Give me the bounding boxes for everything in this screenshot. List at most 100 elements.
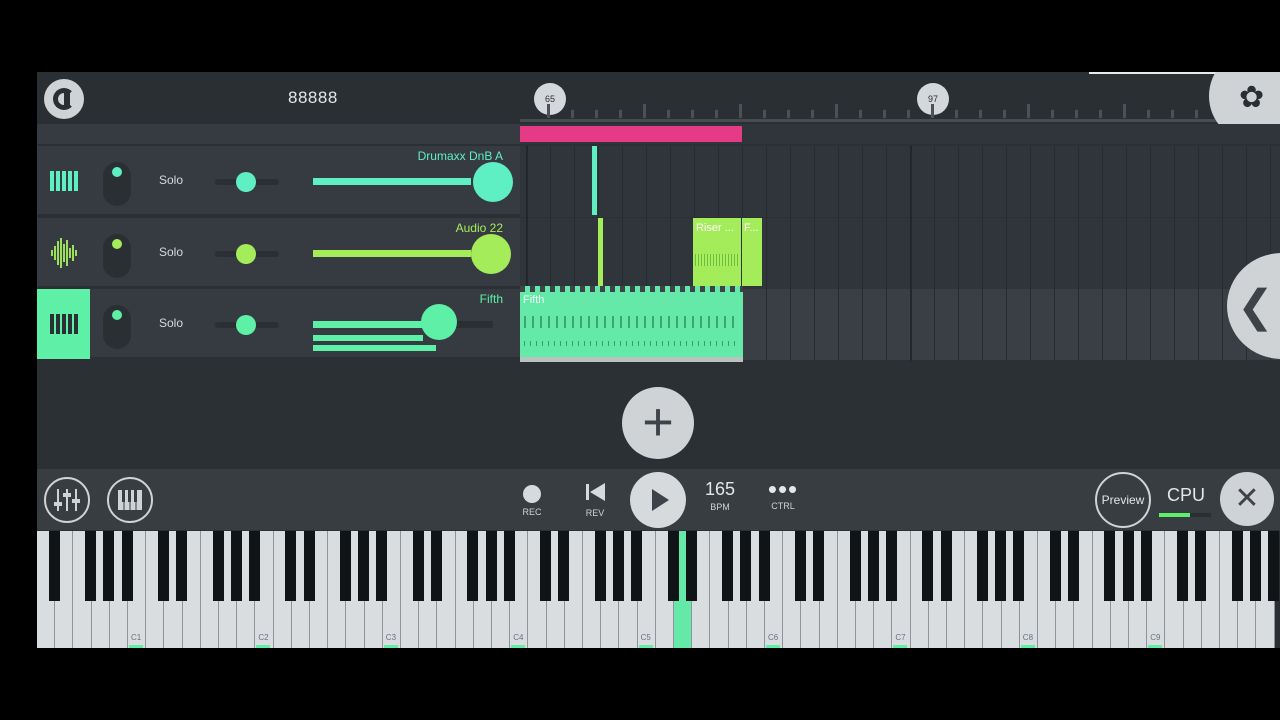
black-key[interactable] bbox=[740, 531, 752, 601]
black-key[interactable] bbox=[758, 531, 770, 601]
mute-toggle[interactable] bbox=[103, 234, 131, 278]
piano-roll-button[interactable] bbox=[107, 477, 153, 523]
black-key[interactable] bbox=[212, 531, 224, 601]
black-key[interactable] bbox=[121, 531, 133, 601]
black-key[interactable] bbox=[631, 531, 643, 601]
rewind-icon bbox=[586, 483, 605, 501]
snap-magnet-icon[interactable] bbox=[44, 79, 84, 119]
black-key[interactable] bbox=[1013, 531, 1025, 601]
black-key[interactable] bbox=[813, 531, 825, 601]
black-key[interactable] bbox=[1195, 531, 1207, 601]
preview-button[interactable]: Preview bbox=[1095, 472, 1151, 528]
black-key[interactable] bbox=[977, 531, 988, 601]
black-key[interactable] bbox=[558, 531, 570, 601]
piano-keys-icon[interactable] bbox=[37, 289, 90, 359]
volume-knob[interactable] bbox=[421, 304, 457, 340]
audio-clip-small[interactable] bbox=[598, 218, 603, 286]
add-track-button[interactable]: + bbox=[622, 387, 694, 459]
black-key[interactable] bbox=[1049, 531, 1061, 601]
black-key[interactable] bbox=[867, 531, 879, 601]
bar-marker-65[interactable]: 65 bbox=[534, 83, 566, 115]
grid-line bbox=[1054, 146, 1055, 361]
piano-keyboard[interactable]: C1 C2 C3 C4 C5 C6 C7 C8 C9 bbox=[37, 531, 1280, 648]
black-key[interactable] bbox=[412, 531, 424, 601]
black-key[interactable] bbox=[103, 531, 115, 601]
black-key[interactable] bbox=[1122, 531, 1134, 601]
play-button[interactable] bbox=[630, 472, 686, 528]
black-key[interactable] bbox=[667, 531, 679, 601]
black-key[interactable] bbox=[230, 531, 242, 601]
track-fifth[interactable]: Solo Fifth bbox=[37, 289, 520, 359]
black-key[interactable] bbox=[940, 531, 952, 601]
black-key[interactable] bbox=[1104, 531, 1116, 601]
black-key[interactable] bbox=[85, 531, 97, 601]
track-audio-22[interactable]: Solo Audio 22 bbox=[37, 218, 520, 288]
lane-drumaxx[interactable] bbox=[520, 146, 1280, 217]
black-key[interactable] bbox=[467, 531, 479, 601]
black-key[interactable] bbox=[594, 531, 606, 601]
black-key[interactable] bbox=[540, 531, 552, 601]
ruler-tick bbox=[1027, 104, 1030, 118]
pan-knob[interactable] bbox=[236, 244, 256, 264]
black-key[interactable] bbox=[995, 531, 1007, 601]
mute-toggle[interactable] bbox=[103, 305, 131, 349]
octave-marker bbox=[256, 645, 271, 648]
black-key[interactable] bbox=[503, 531, 515, 601]
black-key[interactable] bbox=[158, 531, 169, 601]
black-key[interactable] bbox=[1177, 531, 1189, 601]
solo-button[interactable]: Solo bbox=[159, 173, 183, 187]
black-key[interactable] bbox=[48, 531, 60, 601]
mute-toggle[interactable] bbox=[103, 162, 131, 206]
top-bar: 88888 65 97 ✿ bbox=[37, 72, 1280, 142]
solo-button[interactable]: Solo bbox=[159, 245, 183, 259]
octave-label: C3 bbox=[385, 633, 397, 642]
black-key[interactable] bbox=[685, 531, 697, 601]
black-key[interactable] bbox=[285, 531, 297, 601]
pan-knob[interactable] bbox=[236, 315, 256, 335]
timeline-ruler[interactable]: 65 97 bbox=[520, 72, 1280, 124]
close-button[interactable]: ✕ bbox=[1220, 472, 1274, 526]
black-key[interactable] bbox=[886, 531, 897, 601]
mixer-button[interactable] bbox=[44, 477, 90, 523]
black-key[interactable] bbox=[1140, 531, 1152, 601]
fifth-pattern-clip[interactable]: Fifth bbox=[520, 286, 743, 362]
black-key[interactable] bbox=[613, 531, 624, 601]
black-key[interactable] bbox=[1068, 531, 1079, 601]
lane-audio-22[interactable] bbox=[520, 218, 1280, 289]
tempo-control[interactable]: 165 BPM bbox=[700, 479, 740, 512]
track-drumaxx[interactable]: Solo Drumaxx DnB A bbox=[37, 146, 520, 216]
black-key[interactable] bbox=[795, 531, 806, 601]
black-key[interactable] bbox=[1250, 531, 1261, 601]
piano-keys-icon[interactable] bbox=[37, 146, 90, 216]
riser-clip[interactable]: Riser ... bbox=[693, 218, 741, 286]
rewind-button[interactable]: REV bbox=[580, 481, 610, 518]
ctrl-button[interactable]: ••• CTRL bbox=[763, 474, 803, 511]
black-key[interactable] bbox=[358, 531, 370, 601]
black-key[interactable] bbox=[1231, 531, 1243, 601]
black-key[interactable] bbox=[431, 531, 442, 601]
pan-knob[interactable] bbox=[236, 172, 256, 192]
pink-pattern-clip[interactable] bbox=[520, 126, 742, 142]
black-key[interactable] bbox=[249, 531, 260, 601]
more-dots-icon: ••• bbox=[767, 474, 799, 504]
transport-bar: REC REV 165 BPM ••• CTRL Preview CPU ✕ bbox=[37, 469, 1280, 530]
black-key[interactable] bbox=[485, 531, 497, 601]
black-key[interactable] bbox=[340, 531, 351, 601]
black-key[interactable] bbox=[849, 531, 861, 601]
f-clip[interactable]: F... bbox=[742, 218, 762, 286]
drumaxx-clip[interactable] bbox=[592, 146, 597, 215]
grid-line bbox=[1030, 146, 1031, 361]
grid-line bbox=[1174, 146, 1175, 361]
volume-knob[interactable] bbox=[471, 234, 511, 274]
record-button[interactable]: REC bbox=[517, 481, 547, 517]
black-key[interactable] bbox=[376, 531, 388, 601]
black-key[interactable] bbox=[303, 531, 315, 601]
solo-button[interactable]: Solo bbox=[159, 316, 183, 330]
black-key[interactable] bbox=[922, 531, 934, 601]
waveform-icon[interactable] bbox=[37, 218, 90, 288]
black-key[interactable] bbox=[1268, 531, 1280, 601]
volume-knob[interactable] bbox=[473, 162, 513, 202]
black-key[interactable] bbox=[176, 531, 188, 601]
ruler-tick bbox=[715, 110, 718, 118]
black-key[interactable] bbox=[722, 531, 734, 601]
